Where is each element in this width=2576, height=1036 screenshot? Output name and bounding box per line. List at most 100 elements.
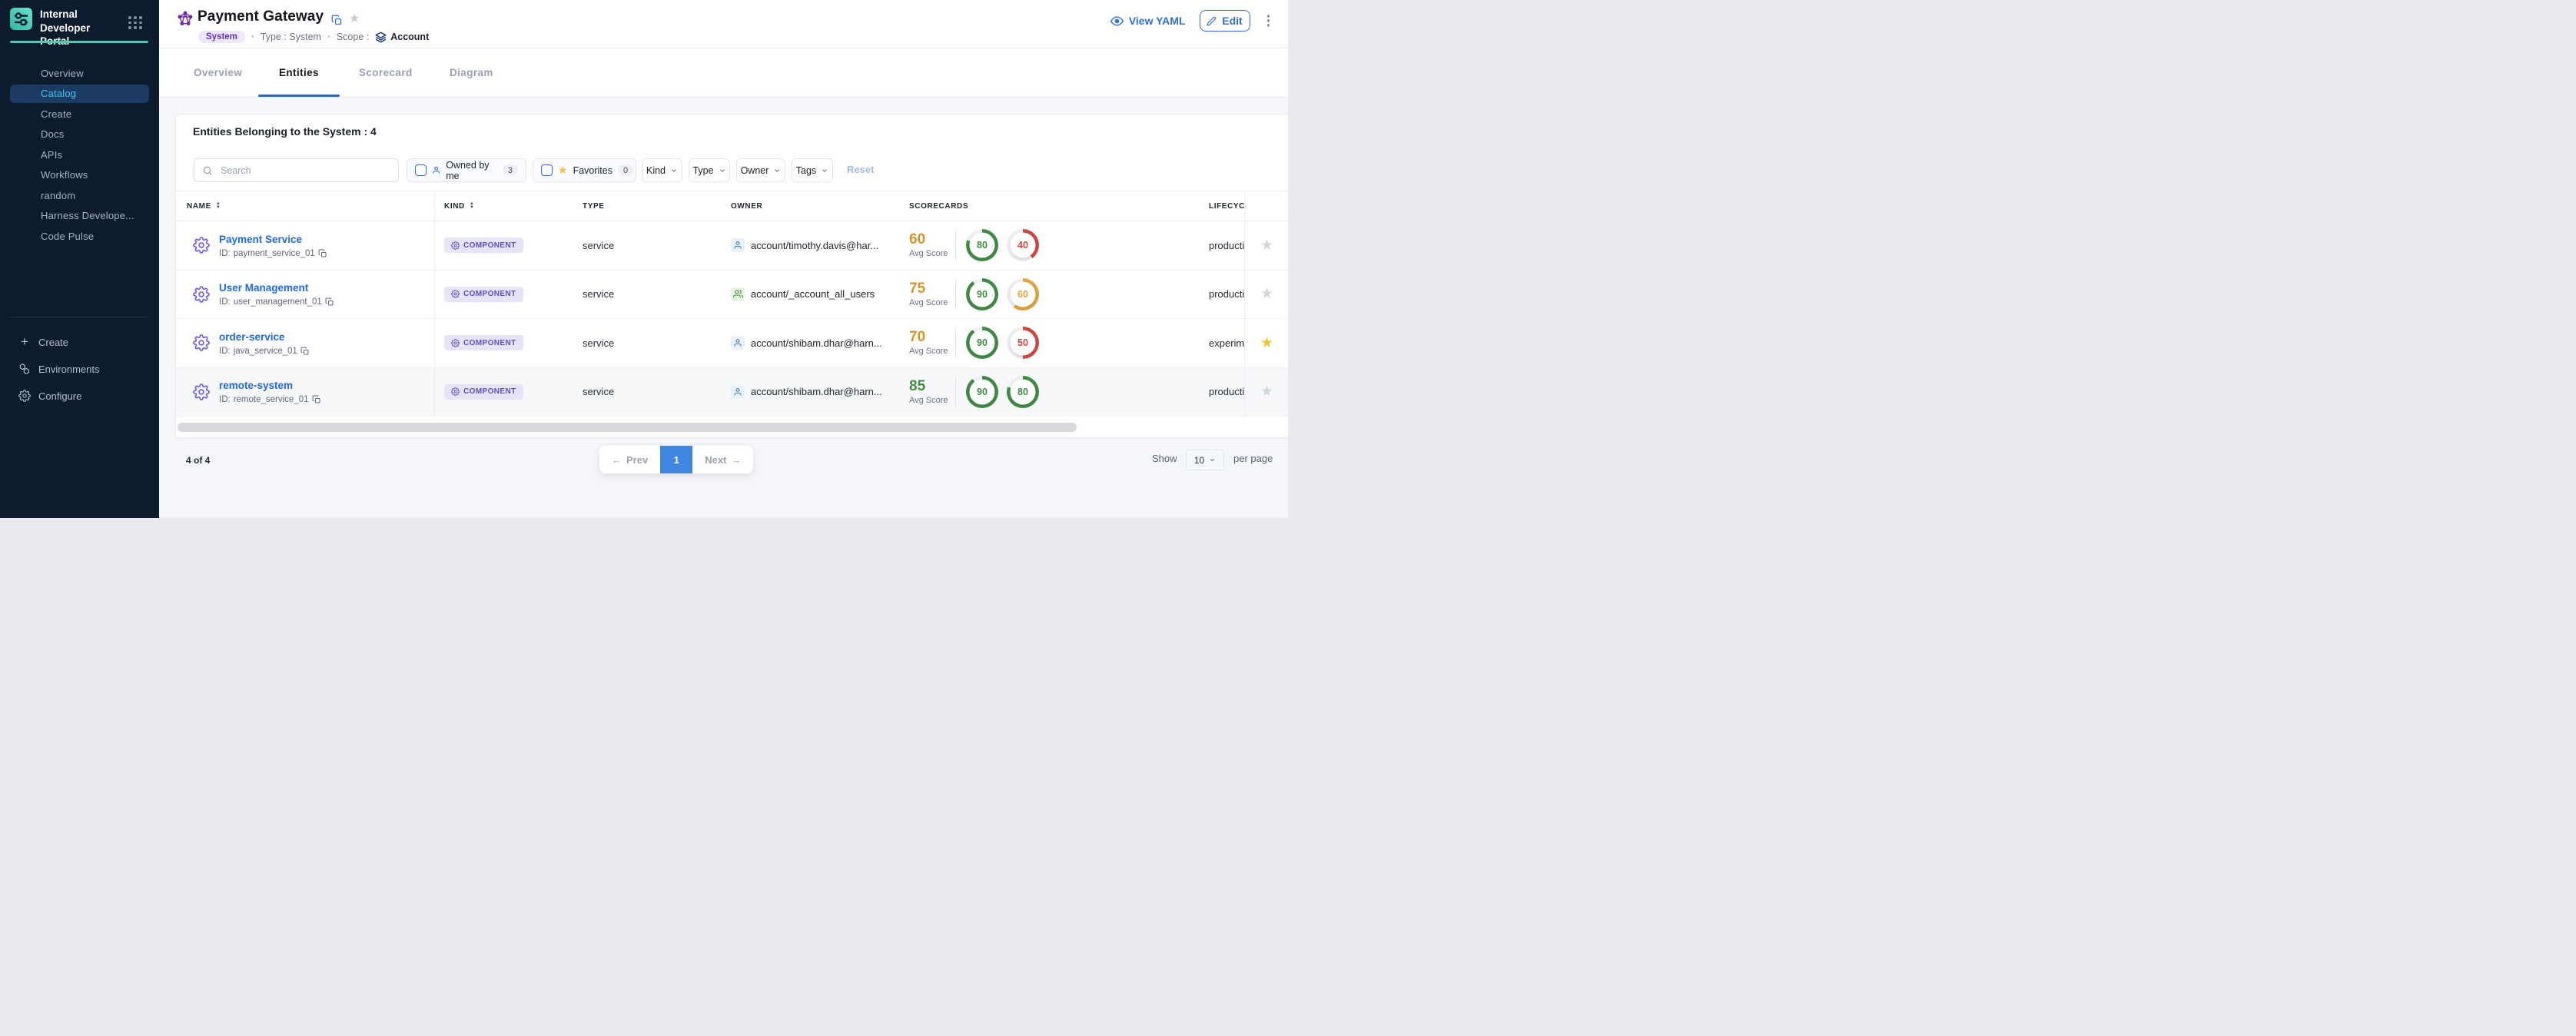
- entity-id: ID:remote_service_01: [219, 395, 321, 404]
- tab-overview[interactable]: Overview: [194, 67, 242, 78]
- sort-icon[interactable]: ▲▼: [216, 202, 221, 210]
- copy-id-icon[interactable]: [300, 347, 310, 356]
- sidebar-item-create[interactable]: Create: [10, 105, 149, 123]
- tab-content: Entities Belonging to the System : 4: [159, 98, 1288, 518]
- component-gear-icon: [451, 241, 460, 250]
- view-yaml-button[interactable]: View YAML: [1110, 15, 1186, 28]
- favorite-star-icon[interactable]: ★: [1260, 285, 1273, 303]
- search-icon: [202, 165, 213, 176]
- system-graph-icon: [178, 11, 193, 26]
- score-divider: [955, 327, 956, 358]
- filter-bar: Owned by me 3 ★ Favorites 0 Kind Typ: [176, 158, 1288, 182]
- horizontal-scrollbar[interactable]: [178, 423, 1077, 432]
- plus-icon: +: [18, 337, 31, 347]
- table-header: NAME▲▼ KIND▲▼ TYPE OWNER SCORECARDS LIFE…: [176, 191, 1288, 221]
- sidebar-footer-configure[interactable]: Configure: [0, 386, 159, 406]
- favorite-entity-star-icon[interactable]: ★: [349, 11, 360, 26]
- component-gear-icon: [451, 339, 460, 347]
- entity-kind-chip: System: [198, 31, 245, 43]
- user-icon: [731, 385, 745, 399]
- owned-by-me-filter[interactable]: Owned by me 3: [407, 158, 526, 182]
- kind-chip: COMPONENT: [444, 335, 523, 350]
- scorecard-gauge: 40: [1007, 229, 1039, 261]
- search-input[interactable]: [219, 164, 390, 177]
- page-size-select[interactable]: 10: [1186, 450, 1224, 470]
- entity-scope-label: Scope :: [337, 32, 369, 42]
- kind-dropdown[interactable]: Kind: [642, 158, 682, 182]
- column-header-owner: OWNER: [731, 191, 909, 221]
- pagination: ← Prev 1 Next →: [599, 446, 753, 473]
- copy-id-icon[interactable]: [325, 297, 334, 307]
- tab-entities[interactable]: Entities: [279, 67, 319, 78]
- breadcrumb: System • Type : System • Scope : Account: [198, 31, 429, 43]
- arrow-left-icon: ←: [612, 454, 622, 466]
- sidebar-accent-divider: [10, 41, 148, 43]
- next-page-button[interactable]: Next →: [692, 446, 753, 473]
- edit-button[interactable]: Edit: [1200, 10, 1250, 32]
- favorites-filter[interactable]: ★ Favorites 0: [533, 158, 636, 182]
- entity-name-link[interactable]: User Management: [219, 282, 308, 294]
- sidebar-item-random[interactable]: random: [10, 186, 149, 204]
- sidebar-item-apis[interactable]: APIs: [10, 145, 149, 164]
- tab-diagram[interactable]: Diagram: [450, 67, 493, 78]
- sidebar-item-catalog[interactable]: Catalog: [10, 85, 149, 103]
- copy-title-icon[interactable]: [331, 15, 343, 26]
- avg-score: 75 Avg Score: [909, 281, 952, 307]
- per-page-label: per page: [1233, 453, 1273, 464]
- eye-icon: [1110, 15, 1124, 28]
- sidebar-item-overview[interactable]: Overview: [10, 64, 149, 82]
- column-header-name[interactable]: NAME▲▼: [176, 191, 434, 221]
- score-divider: [955, 279, 956, 310]
- owned-by-me-checkbox[interactable]: [415, 164, 427, 176]
- sidebar-footer-create[interactable]: + Create: [0, 332, 159, 352]
- user-icon: [731, 238, 745, 252]
- tags-dropdown[interactable]: Tags: [792, 158, 833, 182]
- scorecard-gauge: 80: [1007, 376, 1039, 408]
- copy-id-icon[interactable]: [318, 249, 327, 258]
- column-header-kind[interactable]: KIND▲▼: [434, 191, 583, 221]
- scorecard-gauge: 50: [1007, 327, 1039, 359]
- sidebar-footer-environments[interactable]: Environments: [0, 359, 159, 379]
- avg-score: 85 Avg Score: [909, 379, 952, 405]
- component-gear-icon: [193, 384, 210, 400]
- module-grid-icon[interactable]: [128, 16, 142, 29]
- entity-name-link[interactable]: order-service: [219, 331, 285, 343]
- page-number-button[interactable]: 1: [660, 446, 692, 473]
- entity-type: service: [583, 221, 731, 270]
- sidebar-item-code-pulse[interactable]: Code Pulse: [10, 227, 149, 245]
- main-area: Payment Gateway ★ System • Type : System…: [159, 0, 1288, 518]
- entity-owner: account/timothy.davis@har...: [731, 221, 909, 270]
- prev-page-button[interactable]: ← Prev: [599, 446, 660, 473]
- page-title: Payment Gateway: [198, 8, 324, 25]
- owner-dropdown[interactable]: Owner: [736, 158, 785, 182]
- entity-owner: account/shibam.dhar@harn...: [731, 319, 909, 367]
- pagination-summary: 4 of 4: [186, 455, 210, 466]
- tab-scorecard[interactable]: Scorecard: [359, 67, 413, 78]
- component-gear-icon: [193, 237, 210, 254]
- sidebar-item-workflows[interactable]: Workflows: [10, 166, 149, 184]
- chevron-down-icon: [773, 167, 781, 174]
- sort-icon[interactable]: ▲▼: [470, 202, 475, 210]
- copy-id-icon[interactable]: [312, 395, 321, 404]
- harness-logo-icon: [10, 8, 32, 30]
- column-header-scorecards: SCORECARDS: [909, 191, 1198, 221]
- scorecards-cell: 85 Avg Score 90 80: [909, 368, 1198, 417]
- entity-name-link[interactable]: Payment Service: [219, 234, 302, 245]
- entity-id: ID:user_management_01: [219, 297, 334, 307]
- scorecard-gauge: 90: [966, 327, 998, 359]
- search-box: [194, 158, 399, 182]
- reset-filters-button[interactable]: Reset: [847, 164, 874, 175]
- type-dropdown[interactable]: Type: [689, 158, 730, 182]
- favorites-checkbox[interactable]: [541, 164, 553, 176]
- favorite-star-icon[interactable]: ★: [1260, 334, 1273, 352]
- favorite-star-icon[interactable]: ★: [1260, 383, 1273, 400]
- favorite-star-icon[interactable]: ★: [1260, 237, 1273, 254]
- entity-type: service: [583, 368, 731, 417]
- component-gear-icon: [193, 286, 210, 303]
- sidebar-item-harness-developer[interactable]: Harness Develope...: [10, 207, 149, 225]
- kind-chip: COMPONENT: [444, 287, 523, 302]
- more-options-kebab-icon[interactable]: [1264, 12, 1273, 30]
- entity-name-link[interactable]: remote-system: [219, 380, 293, 391]
- chevron-down-icon: [1209, 457, 1216, 463]
- sidebar-item-docs[interactable]: Docs: [10, 125, 149, 144]
